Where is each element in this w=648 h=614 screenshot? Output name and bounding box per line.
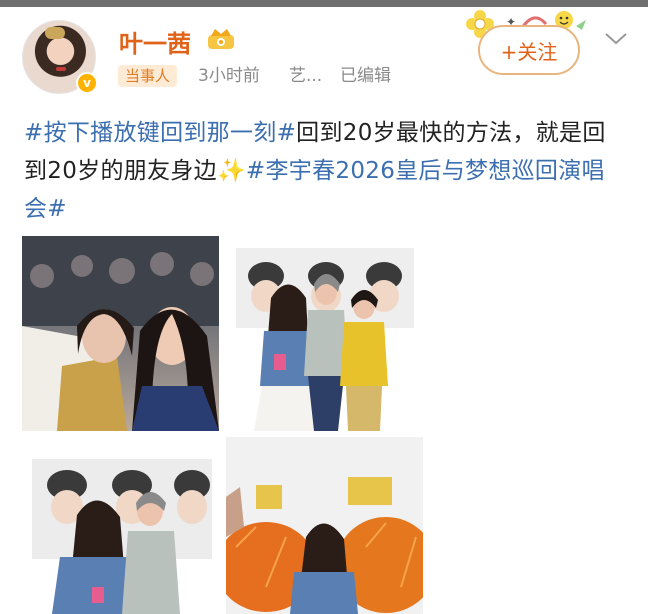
follow-button[interactable]: +关注 [478,25,580,75]
lips-decor [56,67,66,71]
role-tag: 当事人 [118,65,178,87]
photo-3-image [32,459,212,614]
sparkle-emoji: ✨ [216,158,246,184]
photo-1[interactable] [22,236,219,431]
post-text: #按下播放键回到那一刻#回到20岁最快的方法，就是回到20岁的朋友身边✨#李宇春… [24,114,624,228]
photo-2[interactable] [226,236,423,431]
post-time: 3小时前 [198,66,260,86]
post-source[interactable]: 艺... [289,64,322,88]
username[interactable]: 叶一茜 [119,24,191,59]
hashtag-link[interactable]: #按下播放键回到那一刻# [24,120,296,146]
verified-badge-icon: v [76,72,98,94]
edited-label: 已编辑 [340,66,391,86]
photo-3[interactable] [22,437,219,614]
chevron-down-icon[interactable] [603,30,629,48]
photo-2-image [236,248,414,431]
photo-1-image [22,236,219,431]
photo-4-image [226,437,423,614]
hairpin-decor [45,27,65,39]
photo-4[interactable] [226,437,423,614]
crown-badge-icon [208,29,234,49]
